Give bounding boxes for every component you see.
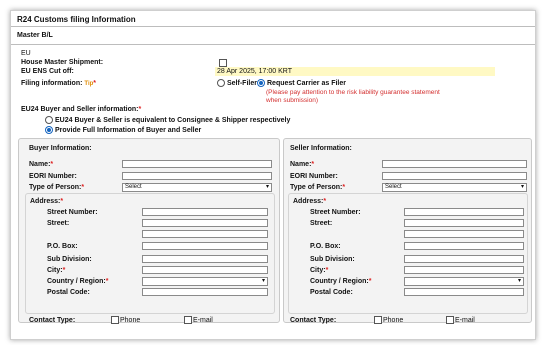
- radio-self-filer-label: Self-Filer: [227, 80, 257, 87]
- seller-street-input-1[interactable]: [404, 219, 524, 227]
- radio-full-info[interactable]: [45, 126, 53, 134]
- buyer-seller-label: EU24 Buyer and Seller information:*: [21, 106, 142, 113]
- filing-warning-line2: when submission): [266, 97, 319, 104]
- seller-type-label: Type of Person:*: [290, 184, 346, 191]
- seller-email-checkbox[interactable]: [446, 316, 454, 324]
- filing-label: Filing information: Tip*: [21, 80, 97, 87]
- seller-heading: Seller Information:: [290, 145, 352, 152]
- buyer-name-input[interactable]: [122, 160, 272, 168]
- buyer-street-label: Street:: [47, 220, 70, 227]
- tip-icon[interactable]: Tip: [84, 81, 93, 87]
- buyer-eori-input[interactable]: [122, 172, 272, 180]
- seller-name-input[interactable]: [382, 160, 527, 168]
- seller-city-label: City:*: [310, 267, 329, 274]
- buyer-po-box-label: P.O. Box:: [47, 243, 78, 250]
- seller-sub-division-input[interactable]: [404, 255, 524, 263]
- buyer-name-label: Name:*: [29, 161, 54, 168]
- buyer-type-label: Type of Person:*: [29, 184, 85, 191]
- seller-address-box: Address:* Street Number: Street: P.O. Bo…: [288, 193, 528, 314]
- seller-panel: Seller Information: Name:* EORI Number: …: [283, 138, 532, 324]
- seller-phone-label: Phone: [383, 317, 404, 324]
- cutoff-label: EU ENS Cut off:: [21, 68, 74, 75]
- buyer-street-input-1[interactable]: [142, 219, 268, 227]
- buyer-postal-label: Postal Code:: [47, 289, 90, 296]
- radio-equivalent-label: EU24 Buyer & Seller is equivalent to Con…: [55, 117, 291, 124]
- seller-type-select[interactable]: Select ▾: [382, 183, 527, 192]
- buyer-phone-checkbox[interactable]: [111, 316, 119, 324]
- buyer-email-checkbox[interactable]: [184, 316, 192, 324]
- region-label: EU: [21, 50, 31, 57]
- buyer-street-number-label: Street Number:: [47, 209, 98, 216]
- buyer-heading: Buyer Information:: [29, 145, 92, 152]
- buyer-panel: Buyer Information: Name:* EORI Number: T…: [18, 138, 280, 324]
- seller-phone-checkbox[interactable]: [374, 316, 382, 324]
- buyer-address-box: Address:* Street Number: Street: P.O. Bo…: [25, 193, 275, 314]
- radio-equivalent[interactable]: [45, 116, 53, 124]
- seller-po-box-label: P.O. Box:: [310, 243, 341, 250]
- buyer-country-label: Country / Region:*: [47, 278, 109, 285]
- radio-request-carrier-label: Request Carrier as Filer: [267, 80, 346, 87]
- title-divider: [11, 26, 535, 27]
- buyer-phone-label: Phone: [120, 317, 141, 324]
- buyer-po-box-input[interactable]: [142, 242, 268, 250]
- seller-address-label: Address:*: [293, 198, 327, 205]
- buyer-street-number-input[interactable]: [142, 208, 268, 216]
- seller-email-label: E-mail: [455, 317, 475, 324]
- section-divider: [11, 44, 535, 45]
- master-bl-label: Master B/L: [17, 32, 53, 39]
- seller-postal-label: Postal Code:: [310, 289, 353, 296]
- buyer-sub-division-input[interactable]: [142, 255, 268, 263]
- window: R24 Customs filing Information Master B/…: [10, 10, 536, 340]
- house-master-label: House Master Shipment:: [21, 59, 104, 66]
- buyer-city-label: City:*: [47, 267, 66, 274]
- seller-country-label: Country / Region:*: [310, 278, 372, 285]
- radio-self-filer[interactable]: [217, 79, 225, 87]
- seller-street-input-2[interactable]: [404, 230, 524, 238]
- buyer-address-label: Address:*: [30, 198, 64, 205]
- buyer-street-input-2[interactable]: [142, 230, 268, 238]
- seller-postal-input[interactable]: [404, 288, 524, 296]
- seller-street-label: Street:: [310, 220, 333, 227]
- buyer-sub-division-label: Sub Division:: [47, 256, 92, 263]
- seller-street-number-label: Street Number:: [310, 209, 361, 216]
- seller-sub-division-label: Sub Division:: [310, 256, 355, 263]
- buyer-country-select[interactable]: ▾: [142, 277, 268, 286]
- seller-eori-input[interactable]: [382, 172, 527, 180]
- seller-eori-label: EORI Number:: [290, 173, 338, 180]
- buyer-email-label: E-mail: [193, 317, 213, 324]
- buyer-type-select[interactable]: Select ▾: [122, 183, 272, 192]
- radio-request-carrier[interactable]: [257, 79, 265, 87]
- buyer-postal-input[interactable]: [142, 288, 268, 296]
- seller-city-input[interactable]: [404, 266, 524, 274]
- cutoff-value: 28 Apr 2025, 17:00 KRT: [217, 68, 292, 75]
- buyer-city-input[interactable]: [142, 266, 268, 274]
- radio-full-info-label: Provide Full Information of Buyer and Se…: [55, 127, 202, 134]
- seller-country-select[interactable]: ▾: [404, 277, 524, 286]
- seller-contact-label: Contact Type:: [290, 317, 337, 324]
- buyer-eori-label: EORI Number:: [29, 173, 77, 180]
- seller-street-number-input[interactable]: [404, 208, 524, 216]
- page-title: R24 Customs filing Information: [17, 15, 136, 24]
- buyer-contact-label: Contact Type:: [29, 317, 76, 324]
- house-master-checkbox[interactable]: [219, 59, 227, 67]
- seller-name-label: Name:*: [290, 161, 315, 168]
- seller-po-box-input[interactable]: [404, 242, 524, 250]
